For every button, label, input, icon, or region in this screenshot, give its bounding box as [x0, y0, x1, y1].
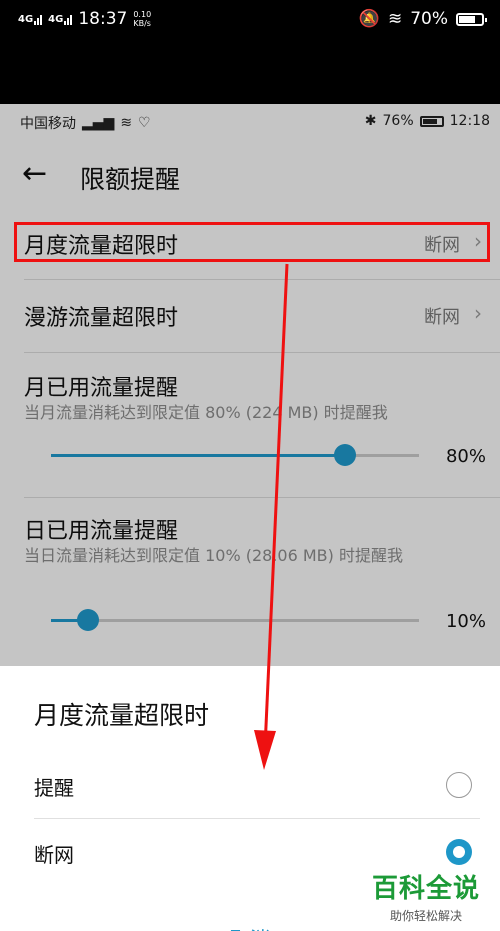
carrier-1: 4G [18, 13, 34, 25]
sheet-divider [34, 818, 480, 819]
annotation-highlight-box [14, 222, 490, 262]
dim-overlay [0, 104, 500, 666]
status-time: 18:37 [78, 9, 128, 29]
speed-value: 0.10 [133, 10, 152, 19]
battery-icon [456, 12, 487, 26]
cancel-button[interactable]: 取消 [0, 923, 500, 931]
signal-icon: 4G [18, 13, 43, 25]
watermark-main: 百科全说 [371, 874, 480, 904]
mute-icon: 🔕 [358, 9, 380, 29]
battery-percent: 70% [410, 9, 448, 29]
app-screen: 中国移动 ▂▄▆ ≋ ♡ ✱ 76% 12:18 ← 限额提醒 月度流量超限时 … [0, 104, 500, 931]
outer-status-bar: 4G 4G 18:37 0.10 KB/s 🔕 ≋ 70% [0, 0, 500, 40]
radio-unselected-icon[interactable] [446, 772, 472, 798]
option-label: 断网 [34, 843, 74, 867]
carrier-2: 4G [48, 13, 64, 25]
black-band [0, 40, 500, 104]
signal-icon-2: 4G [48, 13, 73, 25]
wifi-icon: ≋ [387, 9, 403, 29]
network-speed: 0.10 KB/s [133, 10, 151, 28]
sheet-title: 月度流量超限时 [34, 701, 210, 730]
watermark-logo: 百科全说 助你轻松解决 [366, 868, 486, 924]
watermark-sub: 助你轻松解决 [389, 909, 462, 923]
speed-unit: KB/s [133, 19, 151, 28]
option-label: 提醒 [34, 776, 74, 800]
option-remind[interactable]: 提醒 [0, 754, 500, 820]
radio-selected-icon[interactable] [446, 839, 472, 865]
